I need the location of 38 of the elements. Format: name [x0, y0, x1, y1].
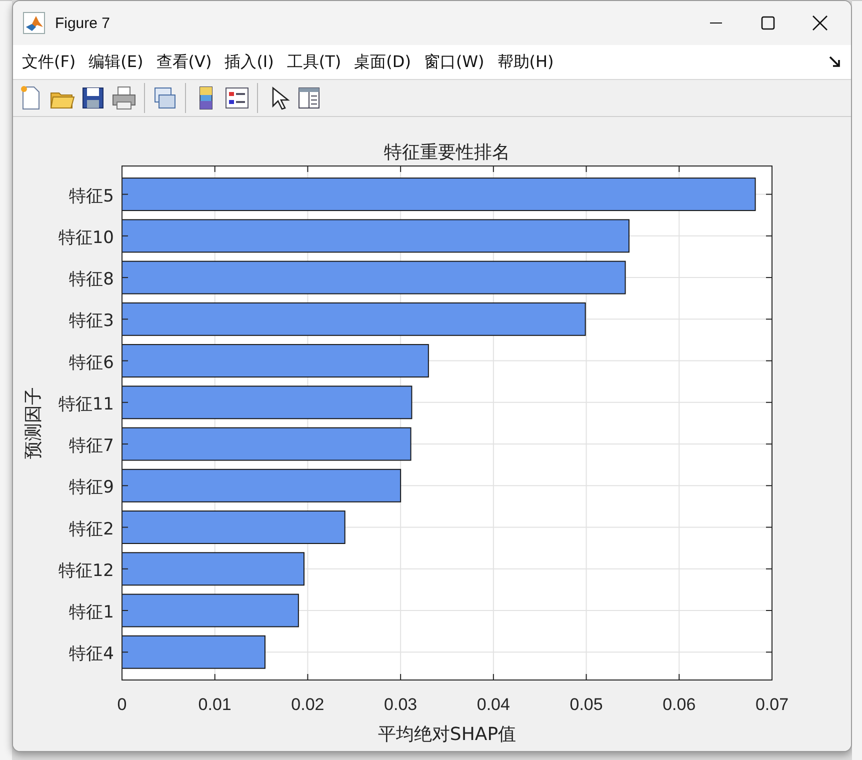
- y-tick-label: 特征9: [69, 478, 114, 498]
- menu-item[interactable]: 查看(V): [151, 47, 217, 77]
- menu-item[interactable]: 工具(T): [282, 47, 346, 77]
- y-tick-label: 特征1: [69, 602, 114, 622]
- menu-item[interactable]: 编辑(E): [84, 47, 148, 77]
- window-title: Figure 7: [54, 14, 111, 32]
- dock-arrow-icon[interactable]: [829, 56, 842, 68]
- y-tick-label: 特征7: [69, 436, 114, 456]
- y-axis-label: 预测因子: [22, 387, 44, 459]
- y-tick-label: 特征4: [69, 644, 114, 664]
- x-tick-label: 0.03: [384, 695, 418, 714]
- y-tick-label: 特征11: [58, 394, 114, 414]
- y-tick-label: 特征5: [69, 186, 114, 206]
- x-tick-label: 0.07: [755, 695, 789, 714]
- y-tick-label: 特征8: [69, 270, 114, 290]
- x-tick-label: 0.01: [198, 695, 232, 714]
- maximize-icon: [761, 16, 776, 30]
- x-tick-label: 0: [117, 695, 127, 714]
- menu-item[interactable]: 桌面(D): [349, 47, 416, 77]
- y-tick-label: 特征3: [69, 311, 114, 332]
- x-tick-label: 0.04: [476, 695, 510, 714]
- chart-title: 特征重要性排名: [384, 142, 510, 163]
- close-icon: [812, 15, 828, 31]
- x-tick-label: 0.02: [291, 695, 324, 714]
- x-axis-label: 平均绝对SHAP值: [378, 724, 516, 745]
- app-logo-icon: [22, 12, 45, 34]
- x-tick-label: 0.06: [662, 695, 696, 714]
- y-tick-label: 特征6: [69, 352, 114, 373]
- menu-item[interactable]: 窗口(W): [418, 47, 490, 77]
- printer-icon[interactable]: [110, 84, 138, 112]
- x-tick-label: 0.05: [570, 695, 603, 714]
- menu-item[interactable]: 插入(I): [220, 47, 279, 77]
- menu-item[interactable]: 帮助(H): [492, 47, 559, 77]
- menu-item[interactable]: 文件(F): [16, 47, 81, 77]
- minimize-icon: [709, 22, 724, 24]
- y-tick-label: 特征12: [58, 560, 114, 581]
- y-tick-label: 特征2: [69, 519, 114, 540]
- y-tick-label: 特征10: [58, 228, 114, 248]
